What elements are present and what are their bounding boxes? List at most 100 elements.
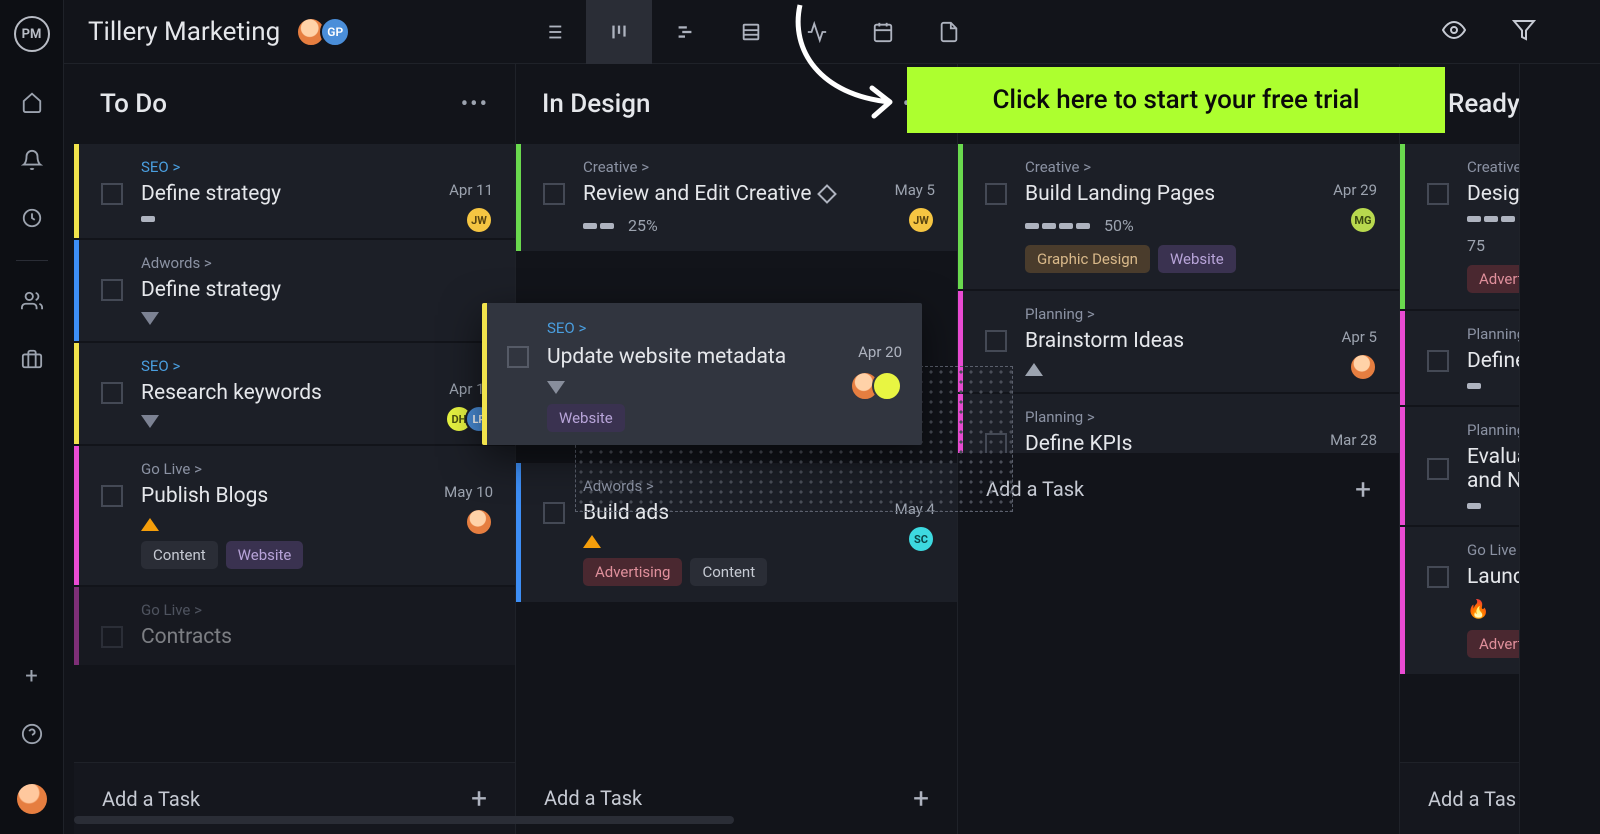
tag[interactable]: Website	[1158, 245, 1236, 273]
avatar	[872, 371, 902, 401]
checkbox[interactable]	[1427, 350, 1449, 372]
project-members[interactable]: GP	[302, 17, 350, 47]
task-card[interactable]: Creative > Build Landing Pages Apr 29 MG…	[958, 144, 1399, 289]
card-title: Update website metadata	[547, 345, 786, 369]
column-more-icon[interactable]: •••	[461, 92, 489, 117]
briefcase-icon[interactable]	[12, 339, 52, 379]
home-icon[interactable]	[12, 82, 52, 122]
card-category[interactable]: Creative >	[1025, 158, 1377, 176]
card-category[interactable]: Go Live	[1467, 541, 1497, 559]
tag[interactable]: Advertising	[583, 558, 682, 586]
add-task-button[interactable]: Add a Task+	[958, 453, 1399, 525]
priority-icon	[547, 381, 565, 394]
tag[interactable]: Website	[547, 404, 625, 432]
card-category[interactable]: Planning >	[1025, 408, 1377, 426]
card-category[interactable]: SEO >	[141, 158, 493, 176]
task-card[interactable]: Go Live Launc 🔥 Adverti	[1400, 527, 1519, 674]
sheet-view-icon[interactable]	[718, 0, 784, 64]
tag[interactable]: Content	[690, 558, 767, 586]
card-date: Apr 20	[858, 343, 902, 361]
dragging-card[interactable]: SEO > Update website metadata Apr 20 Web…	[482, 303, 922, 445]
task-card[interactable]: Creative Desig 75 Adverti	[1400, 144, 1519, 309]
priority-high-icon	[583, 535, 601, 548]
checkbox[interactable]	[543, 183, 565, 205]
file-view-icon[interactable]	[916, 0, 982, 64]
checkbox[interactable]	[985, 183, 1007, 205]
card-category[interactable]: Go Live >	[141, 601, 493, 619]
card-title: Review and Edit Creative	[583, 182, 834, 206]
cta-banner[interactable]: Click here to start your free trial	[907, 67, 1445, 133]
card-title: Publish Blogs	[141, 484, 268, 508]
task-card[interactable]: Go Live > Publish Blogs May 10 ContentWe…	[74, 446, 515, 585]
eye-icon[interactable]	[1442, 18, 1466, 46]
board-view-icon[interactable]	[586, 0, 652, 64]
card-category[interactable]: Planning	[1467, 421, 1497, 439]
plus-icon: +	[1355, 473, 1371, 506]
task-card[interactable]: SEO > Define strategy Apr 11 JW	[74, 144, 515, 238]
card-title: Build Landing Pages	[1025, 182, 1215, 206]
priority-high-icon	[141, 518, 159, 531]
plus-icon: +	[471, 782, 487, 815]
column-3: Creative > Build Landing Pages Apr 29 MG…	[958, 64, 1400, 834]
task-card[interactable]: SEO > Research keywords Apr 13 DHLP	[74, 343, 515, 444]
task-card[interactable]: Planning > Brainstorm Ideas Apr 5	[958, 291, 1399, 392]
logo-pm[interactable]: PM	[14, 16, 50, 52]
fire-icon: 🔥	[1467, 599, 1489, 620]
tag[interactable]: Graphic Design	[1025, 245, 1150, 273]
view-switcher	[520, 0, 982, 64]
list-view-icon[interactable]	[520, 0, 586, 64]
progress-indicator	[1467, 383, 1481, 389]
card-category[interactable]: Creative	[1467, 158, 1497, 176]
card-category[interactable]: Planning >	[1025, 305, 1377, 323]
clock-icon[interactable]	[12, 198, 52, 238]
task-card[interactable]: Planning > Define KPIs Mar 28 DH	[958, 394, 1399, 453]
checkbox[interactable]	[1427, 566, 1449, 588]
card-title: Define	[1467, 349, 1519, 373]
card-title: Research keywords	[141, 381, 322, 405]
milestone-icon	[817, 185, 837, 205]
card-category[interactable]: Adwords >	[141, 254, 493, 272]
avatar: JW	[907, 206, 935, 234]
tag[interactable]: Content	[141, 541, 218, 569]
card-category[interactable]: Planning	[1467, 325, 1497, 343]
add-icon[interactable]: +	[12, 656, 52, 696]
card-category[interactable]: Creative >	[583, 158, 935, 176]
horizontal-scrollbar[interactable]	[74, 816, 734, 824]
checkbox[interactable]	[507, 346, 529, 368]
checkbox[interactable]	[101, 183, 123, 205]
progress-indicator	[141, 216, 155, 222]
checkbox[interactable]	[101, 485, 123, 507]
bell-icon[interactable]	[12, 140, 52, 180]
checkbox[interactable]	[1427, 458, 1449, 480]
task-card[interactable]: Creative > Review and Edit Creative May …	[516, 144, 957, 251]
tag[interactable]: Adverti	[1467, 630, 1519, 658]
people-icon[interactable]	[12, 281, 52, 321]
card-date: Apr 29	[1333, 181, 1377, 199]
card-category[interactable]: SEO >	[141, 357, 493, 375]
task-card[interactable]: Planning Define	[1400, 311, 1519, 405]
task-card[interactable]: Planning Evalua and N	[1400, 407, 1519, 525]
calendar-view-icon[interactable]	[850, 0, 916, 64]
avatar	[1349, 353, 1377, 381]
gantt-view-icon[interactable]	[652, 0, 718, 64]
card-category[interactable]: SEO >	[547, 319, 902, 337]
help-icon[interactable]	[12, 714, 52, 754]
checkbox[interactable]	[543, 502, 565, 524]
filter-icon[interactable]	[1512, 18, 1536, 46]
task-card[interactable]: Go Live > Contracts	[74, 587, 515, 665]
user-avatar-icon[interactable]	[17, 784, 47, 814]
checkbox[interactable]	[985, 330, 1007, 352]
checkbox[interactable]	[1427, 183, 1449, 205]
card-category[interactable]: Go Live >	[141, 460, 493, 478]
tag[interactable]: Website	[226, 541, 304, 569]
card-title: Evalua and N	[1467, 445, 1519, 493]
checkbox[interactable]	[101, 279, 123, 301]
task-card[interactable]: Adwords > Define strategy	[74, 240, 515, 341]
checkbox[interactable]	[101, 626, 123, 648]
add-task-button[interactable]: Add a Tas	[1400, 762, 1519, 834]
checkbox[interactable]	[101, 382, 123, 404]
topbar: Tillery Marketing GP	[64, 0, 1600, 64]
tag[interactable]: Adverti	[1467, 265, 1519, 293]
activity-view-icon[interactable]	[784, 0, 850, 64]
progress-indicator	[583, 223, 614, 229]
